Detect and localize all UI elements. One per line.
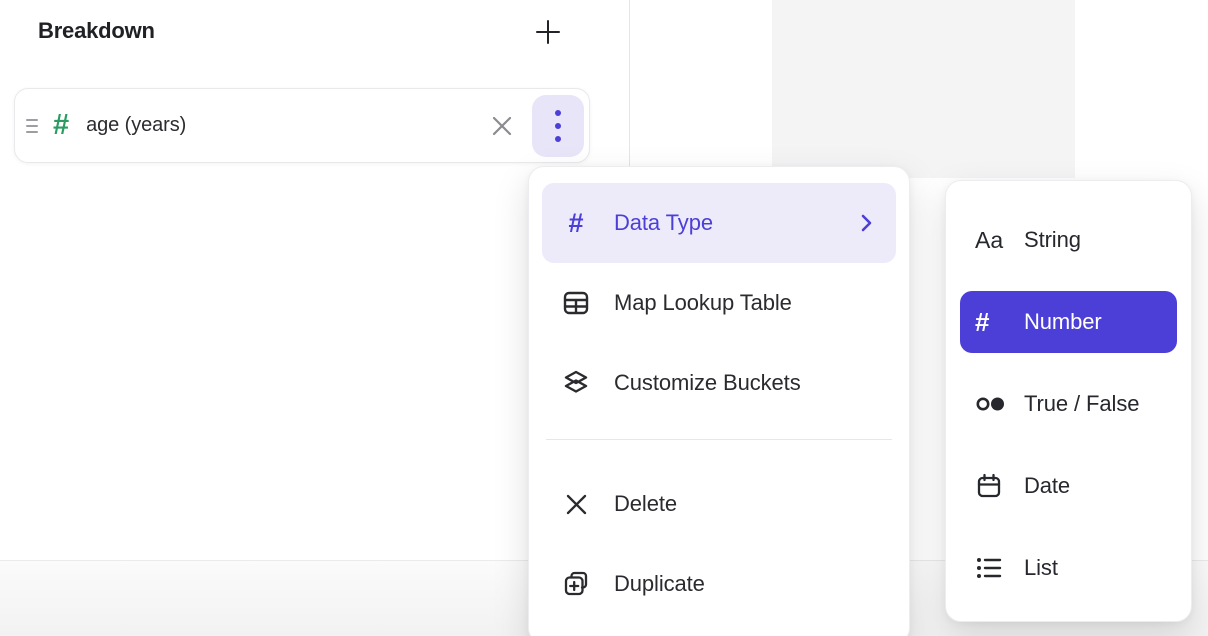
submenu-item-number[interactable]: # Number bbox=[960, 291, 1177, 353]
chevron-right-icon bbox=[854, 211, 878, 235]
calendar-icon bbox=[975, 472, 1011, 500]
menu-item-label: Customize Buckets bbox=[614, 370, 878, 396]
field-name-label: age (years) bbox=[86, 114, 186, 137]
menu-item-delete[interactable]: Delete bbox=[542, 464, 896, 544]
submenu-item-list[interactable]: List bbox=[960, 537, 1177, 599]
list-icon bbox=[975, 555, 1011, 581]
menu-item-duplicate[interactable]: Duplicate bbox=[542, 544, 896, 624]
field-options-button[interactable] bbox=[532, 95, 584, 157]
remove-field-button[interactable] bbox=[484, 108, 520, 144]
app-canvas: Breakdown # age (years) bbox=[0, 0, 1208, 636]
submenu-item-label: Number bbox=[1024, 309, 1102, 335]
menu-divider bbox=[546, 439, 892, 440]
menu-item-label: Data Type bbox=[614, 210, 854, 236]
submenu-item-date[interactable]: Date bbox=[960, 455, 1177, 517]
background-placeholder bbox=[772, 0, 1075, 178]
x-icon bbox=[560, 491, 592, 518]
data-type-submenu: Aa String # Number True / False bbox=[945, 180, 1192, 622]
add-breakdown-button[interactable] bbox=[530, 14, 566, 50]
submenu-item-label: True / False bbox=[1024, 391, 1139, 417]
boolean-icon bbox=[975, 395, 1011, 413]
table-icon bbox=[560, 288, 592, 318]
drag-handle-icon[interactable] bbox=[26, 119, 38, 133]
text-case-icon: Aa bbox=[975, 227, 1011, 254]
submenu-item-label: List bbox=[1024, 555, 1058, 581]
page-title: Breakdown bbox=[38, 18, 155, 44]
menu-item-map-lookup-table[interactable]: Map Lookup Table bbox=[542, 263, 896, 343]
number-type-icon: # bbox=[53, 111, 69, 140]
menu-item-customize-buckets[interactable]: Customize Buckets bbox=[542, 343, 896, 423]
layers-icon bbox=[560, 368, 592, 398]
menu-item-label: Delete bbox=[614, 491, 878, 517]
hash-icon: # bbox=[975, 309, 1011, 335]
breakdown-header: Breakdown bbox=[0, 0, 630, 64]
kebab-dot bbox=[555, 110, 561, 116]
breakdown-field-chip[interactable]: # age (years) bbox=[14, 88, 590, 163]
menu-item-label: Map Lookup Table bbox=[614, 290, 878, 316]
duplicate-icon bbox=[560, 569, 592, 599]
menu-item-label: Duplicate bbox=[614, 571, 878, 597]
plus-icon bbox=[534, 18, 562, 46]
submenu-item-label: Date bbox=[1024, 473, 1070, 499]
submenu-item-true-false[interactable]: True / False bbox=[960, 373, 1177, 435]
field-options-menu: # Data Type Map Lookup Table bbox=[528, 166, 910, 636]
hash-icon: # bbox=[560, 210, 592, 237]
submenu-item-string[interactable]: Aa String bbox=[960, 209, 1177, 271]
close-icon bbox=[489, 113, 515, 139]
submenu-item-label: String bbox=[1024, 227, 1081, 253]
menu-item-data-type[interactable]: # Data Type bbox=[542, 183, 896, 263]
